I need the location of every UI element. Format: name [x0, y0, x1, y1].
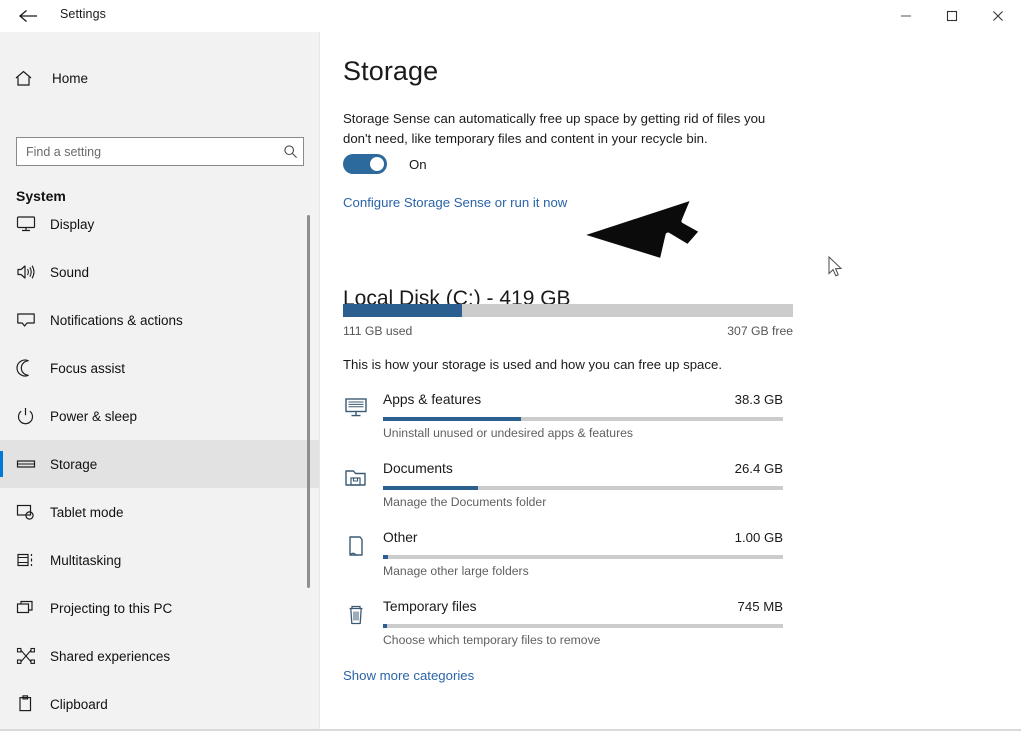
storage-category-row[interactable]: Other 1.00 GB Manage other large folders — [321, 522, 1021, 591]
title-bar: Settings — [0, 0, 1021, 32]
maximize-button[interactable] — [929, 0, 975, 32]
category-bar-fill — [383, 624, 387, 628]
sidebar-item-multitasking[interactable]: Multitasking — [0, 536, 320, 584]
back-button[interactable] — [8, 2, 48, 30]
power-icon — [16, 407, 50, 425]
sidebar-item-label: Tablet mode — [50, 505, 124, 520]
sidebar-item-label: Power & sleep — [50, 409, 137, 424]
home-label: Home — [52, 71, 88, 86]
main-content: Storage Storage Sense can automatically … — [321, 32, 1021, 729]
page-title: Storage — [343, 56, 438, 87]
projecting-icon — [16, 599, 50, 617]
shared-icon — [16, 647, 50, 665]
storage-category-row[interactable]: Documents 26.4 GB Manage the Documents f… — [321, 453, 1021, 522]
category-subtitle: Uninstall unused or undesired apps & fea… — [383, 426, 633, 440]
category-bar — [383, 555, 783, 559]
category-subtitle: Manage the Documents folder — [383, 495, 546, 509]
search-box[interactable] — [16, 137, 304, 166]
notification-icon — [16, 311, 50, 329]
storage-category-row[interactable]: Apps & features 38.3 GB Uninstall unused… — [321, 384, 1021, 453]
sidebar-nav-list: Display Sound — [0, 200, 320, 728]
storage-category-row[interactable]: Temporary files 745 MB Choose which temp… — [321, 591, 1021, 660]
back-arrow-icon — [18, 8, 38, 24]
documents-folder-icon — [343, 464, 369, 490]
sidebar-item-home[interactable]: Home — [0, 58, 320, 98]
category-subtitle: Manage other large folders — [383, 564, 529, 578]
category-bar — [383, 486, 783, 490]
storage-sense-state-label: On — [409, 157, 427, 172]
sidebar-item-label: Projecting to this PC — [50, 601, 172, 616]
sidebar-item-focus-assist[interactable]: Focus assist — [0, 344, 320, 392]
sidebar-item-notifications[interactable]: Notifications & actions — [0, 296, 320, 344]
speaker-icon — [16, 263, 50, 281]
category-bar-fill — [383, 555, 388, 559]
moon-icon — [16, 359, 50, 377]
sidebar-item-label: Shared experiences — [50, 649, 170, 664]
sidebar-scrollbar-thumb[interactable] — [307, 215, 310, 588]
disk-free-label: 307 GB free — [343, 324, 793, 338]
search-input[interactable] — [17, 145, 277, 159]
sidebar-item-clipboard[interactable]: Clipboard — [0, 680, 320, 728]
category-size: 745 MB — [383, 599, 783, 614]
sidebar-item-display[interactable]: Display — [0, 200, 320, 248]
tablet-icon — [16, 503, 50, 521]
apps-features-icon — [343, 395, 369, 421]
sidebar-item-shared-experiences[interactable]: Shared experiences — [0, 632, 320, 680]
storage-sense-toggle-row: On — [343, 154, 427, 174]
storage-sense-description: Storage Sense can automatically free up … — [343, 109, 785, 149]
show-more-categories-link[interactable]: Show more categories — [343, 668, 474, 683]
category-bar — [383, 624, 783, 628]
clipboard-icon — [16, 695, 50, 713]
storage-sense-toggle[interactable] — [343, 154, 387, 174]
configure-storage-sense-link[interactable]: Configure Storage Sense or run it now — [343, 195, 567, 210]
search-icon — [277, 144, 303, 159]
toggle-knob — [370, 157, 384, 171]
other-file-icon — [343, 533, 369, 559]
recycle-bin-icon — [343, 602, 369, 628]
sidebar-item-power-sleep[interactable]: Power & sleep — [0, 392, 320, 440]
home-icon — [14, 69, 46, 88]
minimize-button[interactable] — [883, 0, 929, 32]
category-bar-fill — [383, 417, 521, 421]
storage-help-text: This is how your storage is used and how… — [343, 357, 722, 372]
multitasking-icon — [16, 551, 50, 569]
monitor-icon — [16, 215, 50, 233]
storage-category-list: Apps & features 38.3 GB Uninstall unused… — [321, 384, 1021, 660]
category-subtitle: Choose which temporary files to remove — [383, 633, 600, 647]
sidebar: Home System Display — [0, 32, 320, 729]
sidebar-item-label: Clipboard — [50, 697, 108, 712]
disk-usage-fill — [343, 304, 462, 317]
window-controls — [883, 0, 1021, 32]
sidebar-item-label: Notifications & actions — [50, 313, 183, 328]
disk-usage-bar — [343, 304, 793, 317]
category-bar — [383, 417, 783, 421]
maximize-icon — [946, 10, 958, 22]
close-icon — [992, 10, 1004, 22]
category-size: 38.3 GB — [383, 392, 783, 407]
sidebar-item-label: Display — [50, 217, 94, 232]
sidebar-item-storage[interactable]: Storage — [0, 440, 320, 488]
sidebar-item-label: Focus assist — [50, 361, 125, 376]
sidebar-item-projecting[interactable]: Projecting to this PC — [0, 584, 320, 632]
sidebar-item-tablet-mode[interactable]: Tablet mode — [0, 488, 320, 536]
settings-window: Settings — [0, 0, 1021, 731]
category-bar-fill — [383, 486, 478, 490]
sidebar-item-sound[interactable]: Sound — [0, 248, 320, 296]
close-button[interactable] — [975, 0, 1021, 32]
sidebar-item-label: Sound — [50, 265, 89, 280]
app-title: Settings — [60, 7, 106, 21]
category-size: 26.4 GB — [383, 461, 783, 476]
sidebar-item-label: Storage — [50, 457, 97, 472]
storage-icon — [16, 455, 50, 473]
sidebar-item-label: Multitasking — [50, 553, 121, 568]
minimize-icon — [900, 10, 912, 22]
category-size: 1.00 GB — [383, 530, 783, 545]
